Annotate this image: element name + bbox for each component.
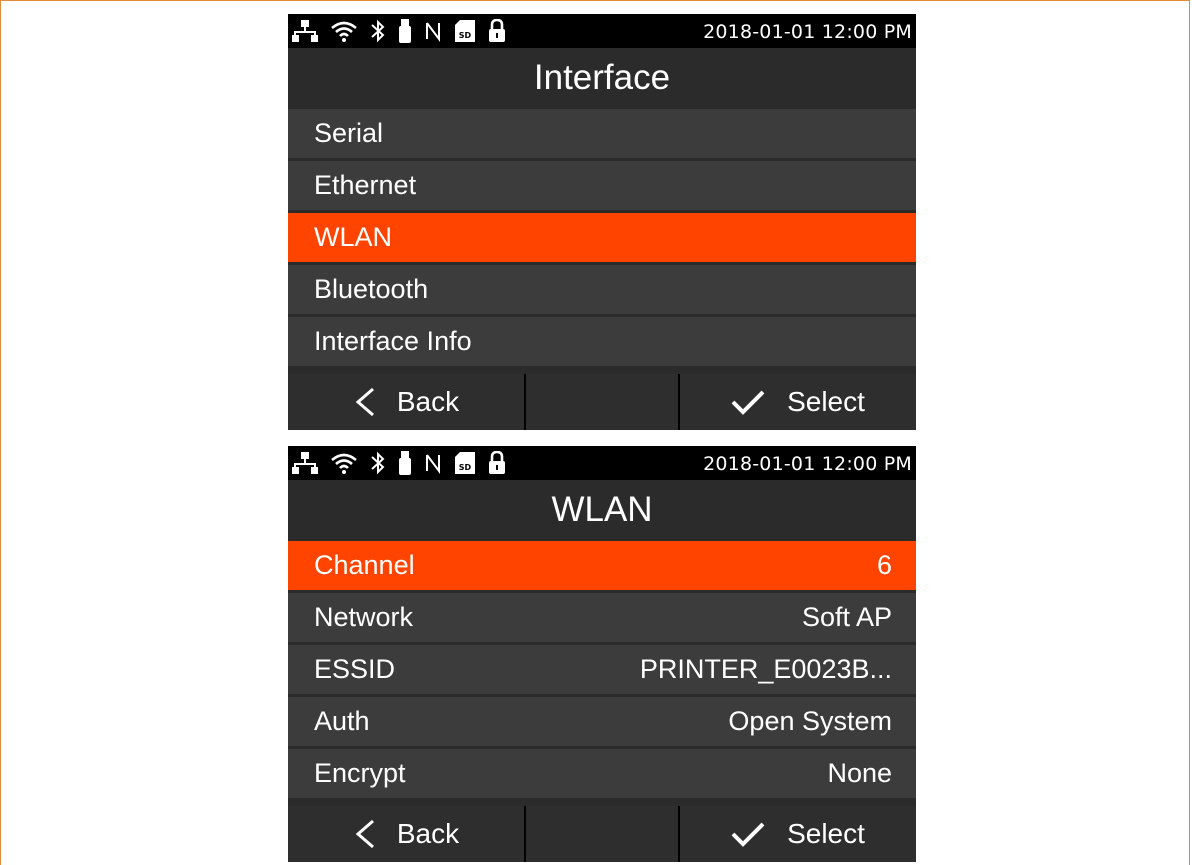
chevron-left-icon	[353, 819, 377, 849]
nfc-icon	[424, 450, 442, 476]
wifi-icon	[330, 450, 358, 476]
lock-icon	[488, 450, 506, 476]
menu-item-label: Bluetooth	[314, 274, 429, 304]
status-bar: SD 2018-01-01 12:00 PM	[288, 14, 916, 48]
setting-label: Channel	[314, 550, 415, 580]
menu-item-label: Serial	[314, 118, 384, 148]
status-icons: SD	[292, 450, 518, 476]
setting-value: None	[827, 758, 892, 788]
sd-card-icon: SD	[454, 18, 476, 44]
setting-value: Open System	[728, 706, 892, 736]
menu-item-interface-info[interactable]: Interface Info	[288, 317, 916, 366]
wlan-screen: SD 2018-01-01 12:00 PM WLAN Channel 6 Ne…	[288, 446, 916, 862]
setting-row-essid[interactable]: ESSID PRINTER_E0023B...	[288, 645, 916, 694]
menu-item-label: Ethernet	[314, 170, 417, 200]
usb-icon	[398, 450, 412, 476]
settings-list: Channel 6 Network Soft AP ESSID PRINTER_…	[288, 541, 916, 801]
menu-item-wlan[interactable]: WLAN	[288, 213, 916, 262]
screen-title: Interface	[288, 48, 916, 108]
bluetooth-icon	[370, 450, 386, 476]
menu-item-ethernet[interactable]: Ethernet	[288, 161, 916, 210]
datetime: 2018-01-01 12:00 PM	[703, 21, 912, 43]
select-label: Select	[787, 818, 865, 849]
bluetooth-icon	[370, 18, 386, 44]
select-button[interactable]: Select	[680, 374, 916, 430]
network-icon	[292, 18, 318, 44]
setting-value: PRINTER_E0023B...	[639, 654, 892, 684]
setting-row-auth[interactable]: Auth Open System	[288, 697, 916, 746]
setting-label: Encrypt	[314, 758, 406, 788]
screen-title: WLAN	[288, 480, 916, 540]
back-button[interactable]: Back	[288, 374, 524, 430]
svg-text:SD: SD	[459, 463, 472, 472]
back-button[interactable]: Back	[288, 806, 524, 862]
network-icon	[292, 450, 318, 476]
checkmark-icon	[731, 821, 765, 847]
svg-text:SD: SD	[459, 31, 472, 40]
setting-row-encrypt[interactable]: Encrypt None	[288, 749, 916, 798]
usb-icon	[398, 18, 412, 44]
interface-screen: SD 2018-01-01 12:00 PM Interface Serial …	[288, 14, 916, 430]
setting-label: Network	[314, 602, 414, 632]
datetime: 2018-01-01 12:00 PM	[703, 453, 912, 475]
menu-item-label: WLAN	[314, 222, 393, 252]
setting-value: 6	[876, 550, 892, 580]
sd-card-icon: SD	[454, 450, 476, 476]
button-bar: Back Select	[288, 806, 916, 862]
button-bar: Back Select	[288, 374, 916, 430]
back-label: Back	[396, 386, 460, 417]
select-button[interactable]: Select	[680, 806, 916, 862]
setting-row-channel[interactable]: Channel 6	[288, 541, 916, 590]
status-icons: SD	[292, 18, 518, 44]
menu-item-bluetooth[interactable]: Bluetooth	[288, 265, 916, 314]
setting-label: Auth	[314, 706, 370, 736]
back-label: Back	[396, 818, 460, 849]
setting-label: ESSID	[314, 654, 396, 684]
select-label: Select	[787, 386, 865, 417]
chevron-left-icon	[353, 387, 377, 417]
lock-icon	[488, 18, 506, 44]
menu-item-serial[interactable]: Serial	[288, 109, 916, 158]
status-bar: SD 2018-01-01 12:00 PM	[288, 446, 916, 480]
wifi-icon	[330, 18, 358, 44]
menu-item-label: Interface Info	[314, 326, 472, 356]
menu-list: Serial Ethernet WLAN Bluetooth Interface…	[288, 109, 916, 369]
blank-button[interactable]	[526, 806, 678, 862]
blank-button[interactable]	[526, 374, 678, 430]
checkmark-icon	[731, 389, 765, 415]
setting-value: Soft AP	[801, 602, 892, 632]
setting-row-network[interactable]: Network Soft AP	[288, 593, 916, 642]
nfc-icon	[424, 18, 442, 44]
